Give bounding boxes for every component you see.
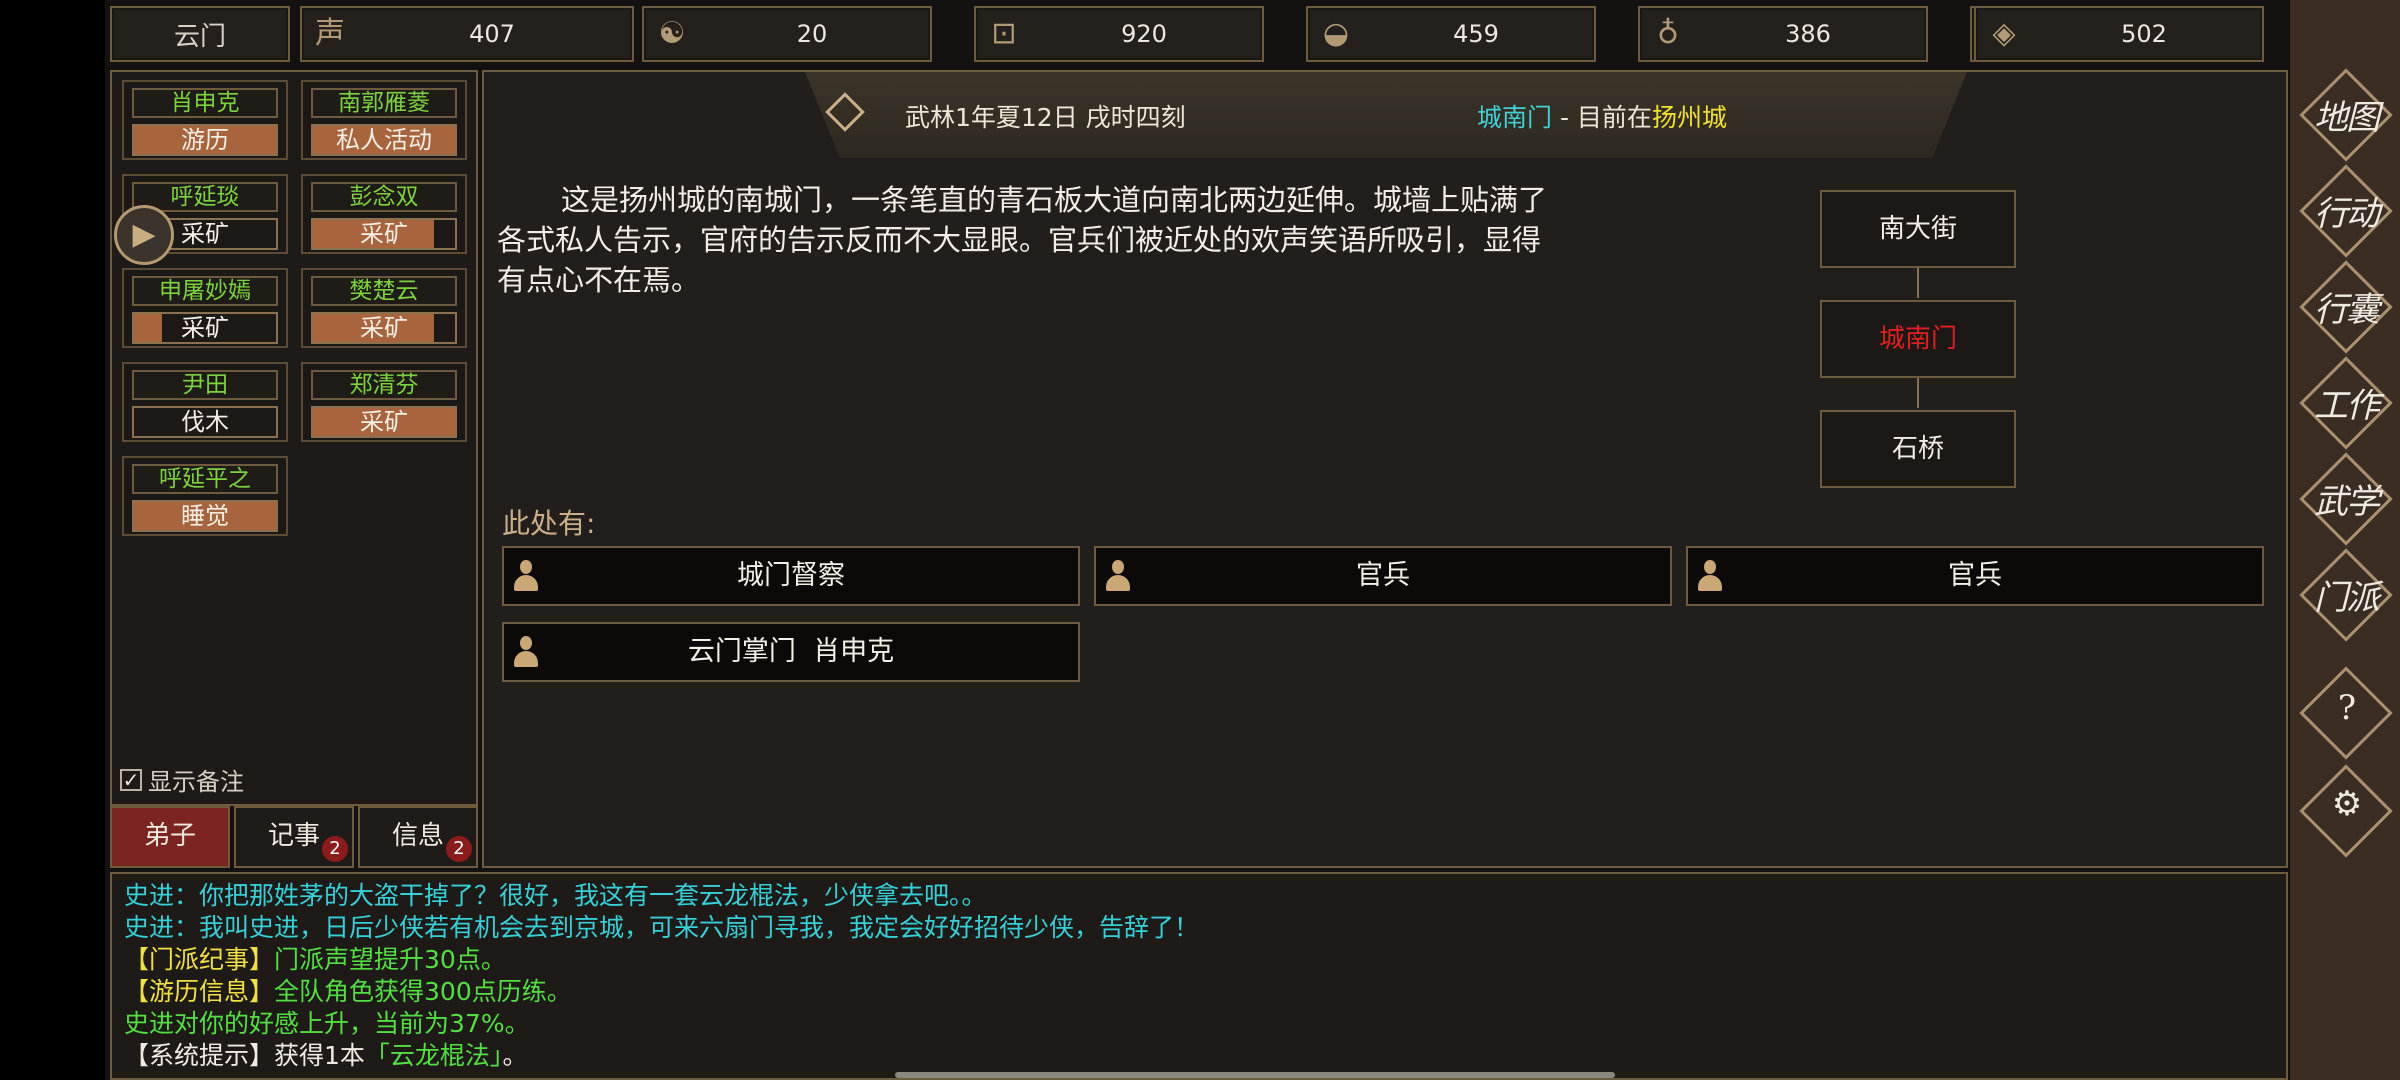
food-value: 459 xyxy=(1453,20,1499,48)
food-bowl-icon: ◒ xyxy=(1322,16,1350,51)
disciple-card[interactable]: 申屠妙嫣 采矿 xyxy=(122,268,288,348)
resource-ore[interactable]: ◈ 502 xyxy=(1974,6,2264,62)
disciple-activity: 游历 xyxy=(132,124,278,156)
tab-journal[interactable]: 记事 2 xyxy=(234,806,354,868)
show-notes-toggle[interactable]: ✓ 显示备注 xyxy=(120,762,244,797)
tab-disciples[interactable]: 弟子 xyxy=(110,806,230,868)
menu-map-label: 地图 xyxy=(2314,98,2380,138)
tab-messages[interactable]: 信息 2 xyxy=(358,806,478,868)
sect-name-box[interactable]: 云门 xyxy=(110,6,290,62)
help-icon: ? xyxy=(2337,688,2356,728)
gourd-value: 386 xyxy=(1785,20,1831,48)
person-icon xyxy=(514,636,538,670)
map-connector xyxy=(1917,378,1919,408)
menu-sect-label: 门派 xyxy=(2314,578,2380,618)
disciple-name: 尹田 xyxy=(132,370,278,400)
menu-work-label: 工作 xyxy=(2314,386,2380,426)
menu-action-label: 行动 xyxy=(2314,194,2380,234)
disciple-card[interactable]: 郑清芬 采矿 xyxy=(301,362,467,442)
disciple-activity: 采矿 xyxy=(311,312,457,344)
disciple-name: 彭念双 xyxy=(311,182,457,212)
npc-button[interactable]: 城门督察 xyxy=(502,546,1080,606)
log-line: 【系统提示】获得1本「云龙棍法」。 xyxy=(124,1041,528,1070)
yinyang-value: 20 xyxy=(796,20,828,48)
menu-martial-label: 武学 xyxy=(2314,482,2380,522)
disciple-name: 呼延平之 xyxy=(132,464,278,494)
sect-name: 云门 xyxy=(173,21,226,52)
person-icon xyxy=(1106,560,1130,594)
disciple-name: 南郭雁菱 xyxy=(311,88,457,118)
npc-button[interactable]: 云门掌门 肖申克 xyxy=(502,622,1080,682)
activity-progress xyxy=(134,314,163,342)
ore-value: 502 xyxy=(2121,20,2167,48)
disciple-activity: 伐木 xyxy=(132,406,278,438)
coin-value: 920 xyxy=(1121,20,1167,48)
disciple-card[interactable]: 南郭雁菱 私人活动 xyxy=(301,80,467,160)
disciple-card[interactable]: 尹田 伐木 xyxy=(122,362,288,442)
play-icon[interactable]: ▶ xyxy=(114,205,174,265)
disciple-name: 樊楚云 xyxy=(311,276,457,306)
disciple-activity: 采矿 xyxy=(311,218,457,250)
resource-gourd[interactable]: ♁ 386 xyxy=(1638,6,1928,62)
log-scrollbar[interactable] xyxy=(895,1072,1615,1078)
person-icon xyxy=(1698,560,1722,594)
disciple-activity: 睡觉 xyxy=(132,500,278,532)
resource-coin[interactable]: ⊡ 920 xyxy=(974,6,1264,62)
reputation-icon: 声 xyxy=(315,16,345,51)
unread-badge: 2 xyxy=(322,836,348,862)
menu-bag-label: 行囊 xyxy=(2314,290,2380,330)
settings-gear-icon: ⚙ xyxy=(2331,784,2362,824)
message-log[interactable]: 史进：你把那姓茅的大盗干掉了？很好，我这有一套云龙棍法，少侠拿去吧。。 史进：我… xyxy=(110,872,2288,1080)
resource-food[interactable]: ◒ 459 xyxy=(1306,6,1596,62)
disciple-activity: 采矿 xyxy=(311,406,457,438)
resource-yinyang[interactable]: ☯ 20 xyxy=(642,6,932,62)
yinyang-icon: ☯ xyxy=(658,16,686,51)
current-location: 城南门 - 目前在扬州城 xyxy=(1477,98,1727,134)
map-connector xyxy=(1917,268,1919,298)
disciple-activity: 采矿 xyxy=(132,312,278,344)
disciple-activity: 私人活动 xyxy=(311,124,457,156)
log-line: 史进：我叫史进，日后少侠若有机会去到京城，可来六扇门寻我，我定会好好招待少侠，告… xyxy=(124,913,1200,942)
map-room-north[interactable]: 南大街 xyxy=(1820,190,2016,268)
compass-diamond-icon xyxy=(825,92,865,132)
map-room-current[interactable]: 城南门 xyxy=(1820,300,2016,378)
npc-button[interactable]: 官兵 xyxy=(1686,546,2264,606)
disciple-name: 郑清芬 xyxy=(311,370,457,400)
location-separator: - 目前在 xyxy=(1552,103,1652,132)
ore-icon: ◈ xyxy=(1992,16,2016,51)
location-description: 这是扬州城的南城门，一条笔直的青石板大道向南北两边延伸。城墙上贴满了各式私人告示… xyxy=(497,183,1548,297)
checkbox-checked-icon[interactable]: ✓ xyxy=(120,768,142,791)
disciple-name: 肖申克 xyxy=(132,88,278,118)
place-name: 城南门 xyxy=(1477,103,1553,132)
resource-reputation[interactable]: 声 407 xyxy=(300,6,634,62)
disciple-card[interactable]: 呼延平之 睡觉 xyxy=(122,456,288,536)
disciple-name: 申屠妙嫣 xyxy=(132,276,278,306)
reputation-value: 407 xyxy=(469,20,515,48)
disciple-card[interactable]: 肖申克 游历 xyxy=(122,80,288,160)
npc-button[interactable]: 官兵 xyxy=(1094,546,1672,606)
game-date: 武林1年夏12日 戌时四刻 xyxy=(905,103,1186,132)
disciple-card[interactable]: 彭念双 采矿 xyxy=(301,174,467,254)
person-icon xyxy=(514,560,538,594)
gourd-icon: ♁ xyxy=(1657,16,1679,51)
location-banner: 武林1年夏12日 戌时四刻 城南门 - 目前在扬州城 xyxy=(805,72,1967,158)
city-name: 扬州城 xyxy=(1651,103,1727,132)
log-line: 【门派纪事】门派声望提升30点。 xyxy=(124,945,506,974)
here-label: 此处有: xyxy=(502,507,596,540)
log-line: 【游历信息】全队角色获得300点历练。 xyxy=(124,977,572,1006)
show-notes-label: 显示备注 xyxy=(148,768,244,796)
unread-badge: 2 xyxy=(446,836,472,862)
log-line: 史进对你的好感上升，当前为37%。 xyxy=(124,1009,530,1038)
map-room-south[interactable]: 石桥 xyxy=(1820,410,2016,488)
disciple-card[interactable]: 樊楚云 采矿 xyxy=(301,268,467,348)
log-line: 史进：你把那姓茅的大盗干掉了？很好，我这有一套云龙棍法，少侠拿去吧。。 xyxy=(124,881,987,910)
coin-icon: ⊡ xyxy=(991,16,1017,51)
